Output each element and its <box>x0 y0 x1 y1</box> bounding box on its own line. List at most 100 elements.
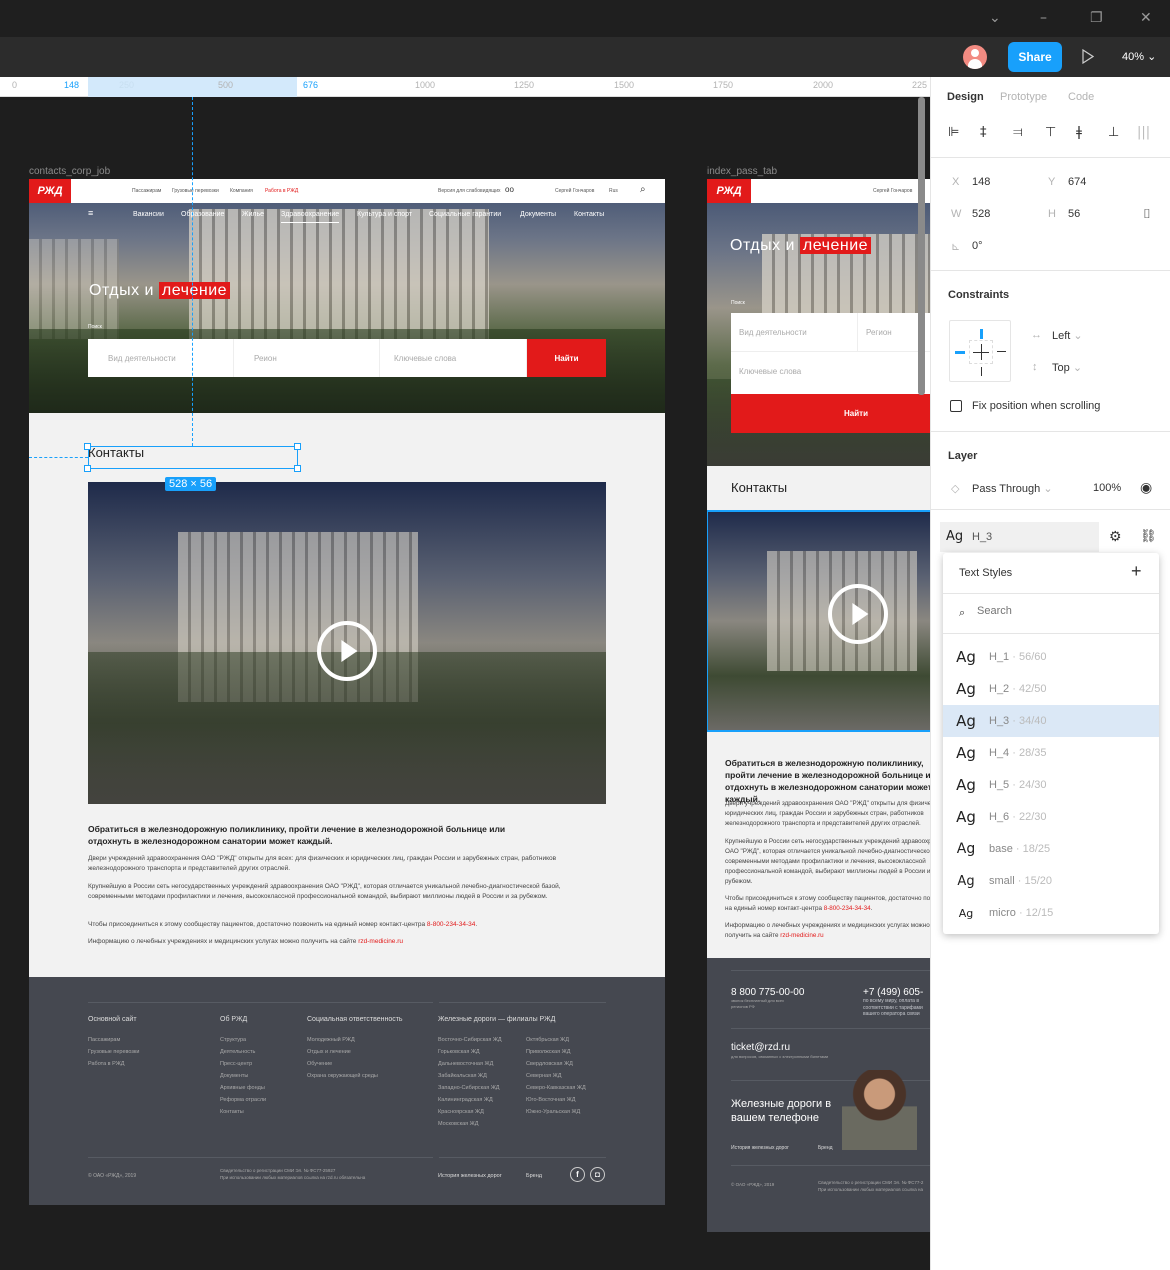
width-input[interactable]: 528 <box>972 208 990 220</box>
footer-link[interactable]: Контакты <box>220 1106 266 1118</box>
distribute-icon[interactable]: ||| <box>1137 125 1150 140</box>
language-selector[interactable]: Rus <box>609 188 618 194</box>
text-style-item[interactable]: Ag H_2 · 42/50 <box>943 673 1159 705</box>
align-bottom-icon[interactable]: ⊥ <box>1108 125 1119 140</box>
footer-link[interactable]: Забайкальская ЖД <box>438 1070 502 1082</box>
nav-link-active[interactable]: Здравоохранение <box>281 211 340 223</box>
play-icon[interactable] <box>317 621 377 681</box>
section-title-contacts[interactable]: Контакты <box>731 480 787 495</box>
frame-contacts-corp-job[interactable]: РЖД Пассажирам Грузовые перевозки Компан… <box>29 179 665 1205</box>
footer-link[interactable]: Дальневосточная ЖД <box>438 1058 502 1070</box>
brand-link[interactable]: Бренд <box>818 1142 833 1154</box>
facebook-icon[interactable]: f <box>570 1167 585 1182</box>
align-vertical-center-icon[interactable]: ǂ <box>1076 125 1082 140</box>
footer-link[interactable]: Молодежный РЖД <box>307 1034 378 1046</box>
share-button[interactable]: Share <box>1008 42 1062 72</box>
nav-link[interactable]: Жилье <box>242 211 264 218</box>
footer-link[interactable]: Приволжская ЖД <box>526 1046 586 1058</box>
footer-link[interactable]: Обучение <box>307 1058 378 1070</box>
user-name[interactable]: Сергей Гончаров <box>873 188 912 194</box>
footer-link[interactable]: Документы <box>220 1070 266 1082</box>
text-style-item[interactable]: Ag H_6 · 22/30 <box>943 801 1159 833</box>
site-link[interactable]: rzd-medicine.ru <box>358 938 403 945</box>
frame-index-pass-tab[interactable]: РЖД Сергей Гончаров Отдых и лечение Поис… <box>707 179 930 1232</box>
tab-design[interactable]: Design <box>947 91 984 103</box>
constrain-proportions-icon[interactable]: ⌷ <box>1143 206 1151 222</box>
activity-field[interactable]: Вид деятельности <box>731 313 858 352</box>
footer-link[interactable]: Деятельность <box>220 1046 266 1058</box>
footer-link[interactable]: Структура <box>220 1034 266 1046</box>
find-button[interactable]: Найти <box>731 394 930 433</box>
video-thumbnail[interactable] <box>88 482 606 804</box>
footer-link[interactable]: Западно-Сибирская ЖД <box>438 1082 502 1094</box>
site-link[interactable]: rzd-medicine.ru <box>780 932 823 939</box>
close-icon[interactable]: ✕ <box>1140 10 1152 26</box>
footer-link[interactable]: Юго-Восточная ЖД <box>526 1094 586 1106</box>
top-nav-link[interactable]: Пассажирам <box>132 188 161 194</box>
frame-label-left[interactable]: contacts_corp_job <box>29 166 110 177</box>
phone-link[interactable]: 8-800-234-34-34 <box>427 921 475 928</box>
chevron-down-icon[interactable]: ⌄ <box>989 10 1001 26</box>
history-link[interactable]: История железных дорог <box>731 1142 789 1154</box>
top-nav-link[interactable]: Компания <box>230 188 253 194</box>
find-button[interactable]: Найти <box>527 339 606 377</box>
text-style-field[interactable]: Ag H_3 <box>940 522 1099 552</box>
fix-position-checkbox[interactable] <box>950 400 962 412</box>
fix-position-label[interactable]: Fix position when scrolling <box>972 400 1100 412</box>
text-style-item[interactable]: Ag H_4 · 28/35 <box>943 737 1159 769</box>
footer-link[interactable]: Северо-Кавказская ЖД <box>526 1082 586 1094</box>
minimize-icon[interactable]: – <box>1040 10 1047 26</box>
phone-link[interactable]: 8-800-234-34-34 <box>824 905 871 912</box>
rzd-logo[interactable]: РЖД <box>29 179 71 203</box>
footer-link[interactable]: Октябрьская ЖД <box>526 1034 586 1046</box>
footer-link[interactable]: Свердловская ЖД <box>526 1058 586 1070</box>
keywords-field[interactable]: Ключевые слова <box>731 352 930 391</box>
nav-link[interactable]: Культура и спорт <box>357 211 412 218</box>
resize-handle[interactable] <box>84 443 91 450</box>
present-play-icon[interactable] <box>1082 49 1094 64</box>
eye-icon[interactable]: ◉ <box>1140 479 1152 496</box>
footer-link[interactable]: Пресс-центр <box>220 1058 266 1070</box>
search-icon[interactable]: ⌕ <box>640 184 646 195</box>
tab-prototype[interactable]: Prototype <box>1000 91 1047 103</box>
blend-mode-dropdown[interactable]: Pass Through ⌄ <box>972 482 1053 495</box>
rzd-logo[interactable]: РЖД <box>707 179 751 203</box>
frame-label-right[interactable]: index_pass_tab <box>707 166 777 177</box>
align-top-icon[interactable]: ⊤ <box>1045 125 1056 140</box>
selection-box[interactable] <box>88 446 298 469</box>
footer-phone[interactable]: 8 800 775-00-00 <box>731 987 804 998</box>
footer-link[interactable]: Реформа отрасли <box>220 1094 266 1106</box>
nav-link[interactable]: Образование <box>181 211 224 218</box>
keywords-field[interactable]: Ключевые слова <box>380 339 527 377</box>
footer-link[interactable]: Красноярская ЖД <box>438 1106 502 1118</box>
activity-field[interactable]: Вид деятельности <box>88 339 234 377</box>
footer-email[interactable]: ticket@rzd.ru <box>731 1042 790 1053</box>
footer-link[interactable]: Северная ЖД <box>526 1070 586 1082</box>
text-style-item[interactable]: Ag small · 15/20 <box>943 865 1159 897</box>
top-nav-link[interactable]: Грузовые перевозки <box>172 188 219 194</box>
constraints-widget[interactable] <box>949 320 1011 382</box>
footer-link[interactable]: Горьковская ЖД <box>438 1046 502 1058</box>
footer-link[interactable]: Калининградская ЖД <box>438 1094 502 1106</box>
footer-link[interactable]: Южно-Уральская ЖД <box>526 1106 586 1118</box>
resize-handle[interactable] <box>84 465 91 472</box>
instagram-icon[interactable]: ◘ <box>590 1167 605 1182</box>
footer-link[interactable]: Охрана окружающей среды <box>307 1070 378 1082</box>
text-style-item[interactable]: Ag H_5 · 24/30 <box>943 769 1159 801</box>
align-left-icon[interactable]: ⊫ <box>948 125 959 140</box>
footer-link[interactable]: Пассажирам <box>88 1034 139 1046</box>
footer-link[interactable]: Работа в РЖД <box>88 1058 139 1070</box>
detach-style-icon[interactable]: ⛓ <box>1140 528 1157 544</box>
user-name[interactable]: Сергей Гончаров <box>555 188 594 194</box>
menu-icon[interactable]: ≡ <box>88 208 93 218</box>
top-nav-link[interactable]: Работа в РЖД <box>265 188 298 194</box>
accessibility-link[interactable]: Версия для слабовидящих <box>438 188 501 194</box>
avatar[interactable] <box>963 45 987 69</box>
x-input[interactable]: 148 <box>972 176 990 188</box>
restore-icon[interactable]: ❐ <box>1090 10 1103 26</box>
height-input[interactable]: 56 <box>1068 208 1080 220</box>
brand-link[interactable]: Бренд <box>526 1170 542 1182</box>
nav-link[interactable]: Вакансии <box>133 211 164 218</box>
constraint-horizontal-dropdown[interactable]: Left ⌄ <box>1052 329 1083 342</box>
nav-link[interactable]: Контакты <box>574 211 604 218</box>
